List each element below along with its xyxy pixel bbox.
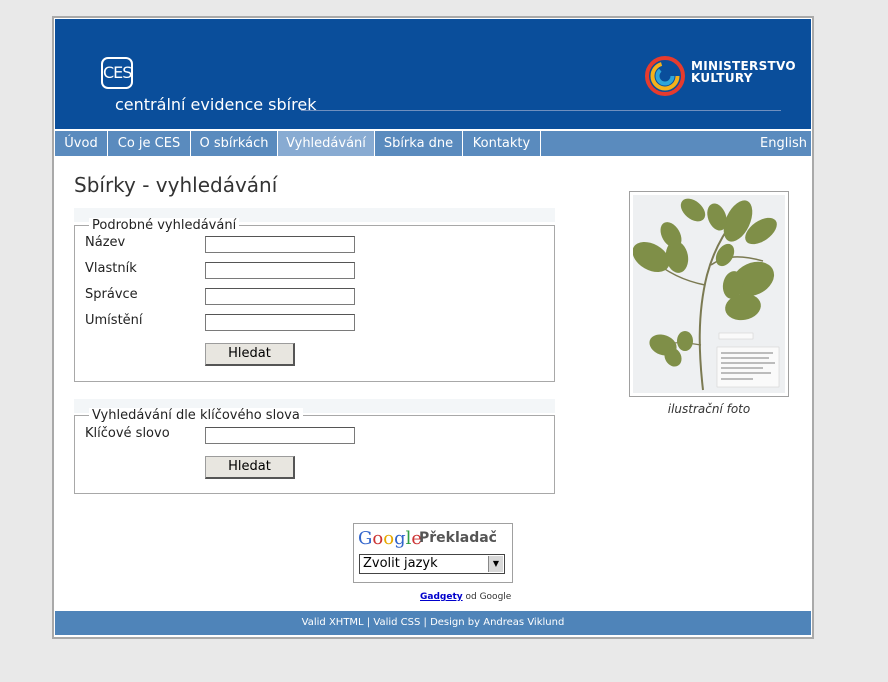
- nav-item-english[interactable]: English: [760, 131, 807, 156]
- ministry-logo-icon[interactable]: [645, 56, 685, 96]
- footer: Valid XHTML | Valid CSS | Design by Andr…: [55, 611, 811, 635]
- keyword-search-fieldset: Vyhledávání dle klíčového slova Klíčové …: [74, 408, 555, 494]
- banner-divider: [301, 110, 781, 111]
- nav-item-co-je-ces[interactable]: Co je CES: [108, 131, 191, 156]
- field-label-vlastnik: Vlastník: [85, 261, 137, 276]
- valid-xhtml-link[interactable]: Valid XHTML: [302, 617, 364, 628]
- ministry-name: MINISTERSTVO KULTURY: [691, 60, 796, 84]
- gadget-credit: Gadgety od Google: [420, 592, 511, 602]
- google-logo: Google: [358, 528, 423, 549]
- photo-caption: ilustrační foto: [667, 402, 751, 416]
- illustrative-photo: [629, 191, 789, 397]
- keyword-input[interactable]: [205, 427, 355, 444]
- gadget-credit-text: od Google: [465, 592, 512, 602]
- detailed-search-legend: Podrobné vyhledávání: [89, 218, 240, 233]
- language-select[interactable]: Zvolit jazyk ▼: [359, 554, 505, 574]
- nav-item-vyhledavani[interactable]: Vyhledávání: [278, 131, 375, 156]
- keyword-search-legend: Vyhledávání dle klíčového slova: [89, 408, 303, 423]
- nazev-input[interactable]: [205, 236, 355, 253]
- ministry-line-2: KULTURY: [691, 71, 753, 85]
- detailed-search-fieldset: Podrobné vyhledávání Název Vlastník Sprá…: [74, 218, 555, 382]
- detailed-search-button[interactable]: Hledat: [205, 343, 295, 366]
- nav-item-o-sbirkach[interactable]: O sbírkách: [191, 131, 278, 156]
- field-label-umisteni: Umístění: [85, 313, 143, 328]
- page-frame: CES centrální evidence sbírek MINISTERST…: [52, 16, 814, 639]
- spravce-input[interactable]: [205, 288, 355, 305]
- gadgets-link[interactable]: Gadgety: [420, 592, 463, 602]
- translate-title: Překladač: [419, 530, 497, 546]
- umisteni-input[interactable]: [205, 314, 355, 331]
- footer-separator: |: [366, 617, 371, 628]
- nav-item-sbirka-dne[interactable]: Sbírka dne: [375, 131, 463, 156]
- nav-item-uvod[interactable]: Úvod: [55, 131, 108, 156]
- header-banner: CES centrální evidence sbírek MINISTERST…: [55, 19, 811, 129]
- vlastnik-input[interactable]: [205, 262, 355, 279]
- nav-item-kontakty[interactable]: Kontakty: [463, 131, 541, 156]
- dropdown-arrow-icon[interactable]: ▼: [488, 556, 503, 572]
- site-tagline: centrální evidence sbírek: [115, 95, 317, 114]
- field-label-spravce: Správce: [85, 287, 138, 302]
- language-select-value: Zvolit jazyk: [363, 556, 438, 571]
- valid-css-link[interactable]: Valid CSS: [373, 617, 420, 628]
- footer-separator: |: [423, 617, 427, 628]
- field-label-nazev: Název: [85, 235, 126, 250]
- google-translate-widget: Google Překladač Zvolit jazyk ▼: [353, 523, 513, 583]
- herbarium-specimen-image: [633, 195, 785, 393]
- page-title: Sbírky - vyhledávání: [74, 173, 278, 197]
- design-credit-link[interactable]: Design by Andreas Viklund: [430, 617, 564, 628]
- keyword-search-button[interactable]: Hledat: [205, 456, 295, 479]
- ces-logo[interactable]: CES: [101, 57, 133, 89]
- main-navigation: Úvod Co je CES O sbírkách Vyhledávání Sb…: [55, 131, 811, 156]
- field-label-klicove-slovo: Klíčové slovo: [85, 426, 170, 441]
